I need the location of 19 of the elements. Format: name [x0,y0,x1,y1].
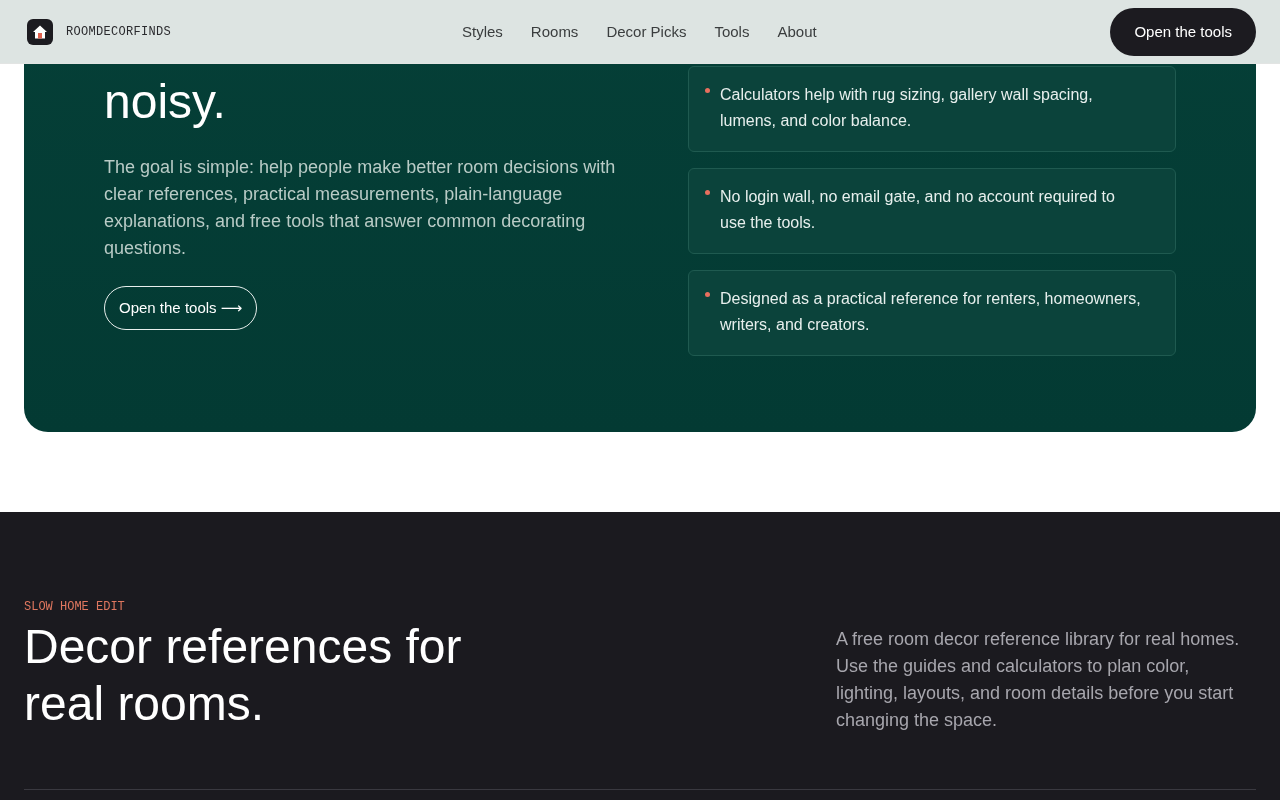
hero-heading: noisy. [104,74,227,130]
open-tools-button[interactable]: Open the tools [1110,7,1256,56]
brand-name[interactable]: ROOMDECORFINDS [66,24,172,39]
section-kicker: SLOW HOME EDIT [24,600,126,614]
feature-text: Designed as a practical reference for renters, homeowners, writers, and creators. [720,289,1142,335]
bullet-icon [705,292,710,297]
hero-text: The goal is simple: help people make better room decisions with clear references, practical measurements, plain-language explanations, and free tools that answer common decorating questions. [104,156,617,260]
nav-link[interactable]: About [777,23,817,40]
feature-text: No login wall, no email gate, and no account required to use the tools. [720,187,1116,233]
section-heading: Decor references for real rooms. [24,619,463,732]
house-logo-icon[interactable] [27,18,53,45]
nav-link[interactable]: Styles [462,23,503,40]
section-text: A free room decor reference library for real homes. Use the guides and calculators to plan color, lighting, layouts, and room details before you start changing the space. [836,628,1241,732]
feature-text: Calculators help with rug sizing, gallery wall spacing, lumens, and color balance. [720,85,1094,131]
nav-link[interactable]: Decor Picks [606,23,687,40]
nav-link[interactable]: Tools [714,23,750,40]
bullet-icon [705,190,710,195]
nav-link[interactable]: Rooms [530,23,579,40]
bullet-icon [705,88,710,93]
